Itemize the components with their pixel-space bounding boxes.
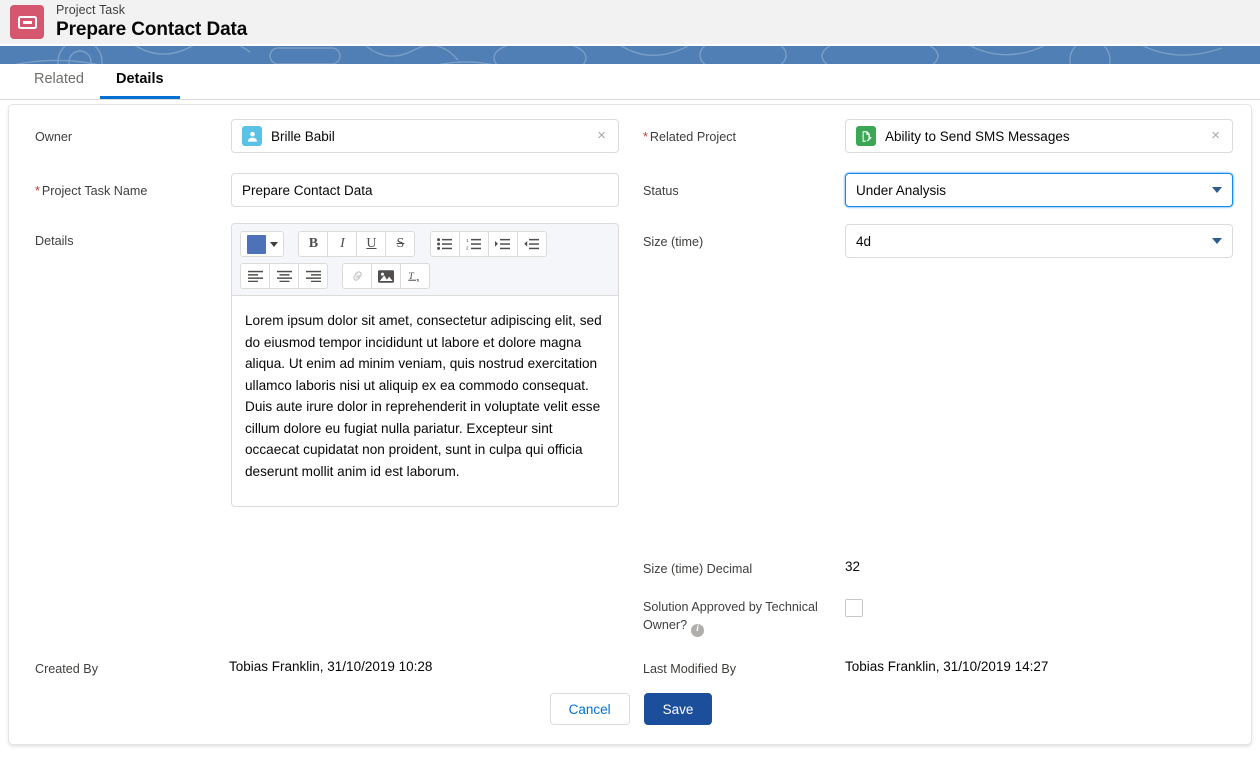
bulleted-list-button[interactable] <box>429 231 460 257</box>
chevron-down-icon <box>1212 187 1222 193</box>
clear-related-project-icon[interactable]: × <box>1209 126 1222 147</box>
field-solution-approved: Solution Approved by Technical Owner? i <box>643 591 1243 637</box>
field-project-task-name: * Project Task Name Prepare Contact Data <box>35 173 635 207</box>
field-created-by: Created By Tobias Franklin, 31/10/2019 1… <box>35 651 635 678</box>
field-label-owner: Owner <box>35 119 231 146</box>
created-by-label-text: Created By <box>35 662 98 676</box>
details-label-text: Details <box>35 234 74 248</box>
field-last-modified-by: Last Modified By Tobias Franklin, 31/10/… <box>643 651 1243 678</box>
italic-button[interactable]: I <box>327 231 358 257</box>
created-by-value: Tobias Franklin, 31/10/2019 10:28 <box>229 659 433 674</box>
details-card: Owner Brille Babil × * Project Task Name… <box>8 104 1252 745</box>
outdent-button[interactable] <box>516 231 547 257</box>
field-label-status: Status <box>643 173 845 200</box>
image-icon[interactable] <box>371 263 402 289</box>
size-time-select[interactable]: 4d <box>845 224 1233 258</box>
document-record-icon <box>856 126 876 146</box>
color-swatch <box>246 234 266 254</box>
status-value: Under Analysis <box>856 182 947 198</box>
cancel-button[interactable]: Cancel <box>549 693 630 725</box>
field-label-last-modified-by: Last Modified By <box>643 651 845 678</box>
record-header: Project Task Prepare Contact Data <box>0 0 1260 44</box>
form-actions: Cancel Save <box>9 693 1253 725</box>
related-project-value: Ability to Send SMS Messages <box>885 128 1070 144</box>
owner-lookup-input[interactable]: Brille Babil × <box>231 119 619 153</box>
align-left-button[interactable] <box>240 263 270 289</box>
bold-button[interactable]: B <box>298 231 329 257</box>
banner-strip <box>0 46 1260 64</box>
project-task-name-value: Prepare Contact Data <box>242 182 373 198</box>
related-project-label-text: Related Project <box>649 130 737 144</box>
remove-formatting-button[interactable]: Tx <box>400 263 431 289</box>
indent-button[interactable] <box>487 231 518 257</box>
field-label-size-time-decimal: Size (time) Decimal <box>643 553 845 578</box>
rte-toolbar: B I U S 12 T x <box>232 224 618 296</box>
numbered-list-button[interactable]: 12 <box>458 231 489 257</box>
field-label-size-time: Size (time) <box>643 224 845 251</box>
field-label-project-task-name: * Project Task Name <box>35 173 231 200</box>
rte-group-align <box>240 263 328 289</box>
last-modified-by-label-text: Last Modified By <box>643 662 737 676</box>
solution-approved-checkbox[interactable] <box>845 599 863 617</box>
right-column: * Related Project Ability to Send SMS Mes… <box>643 119 1243 676</box>
record-title-block: Project Task Prepare Contact Data <box>56 2 248 41</box>
rte-group-insert: Tx <box>342 263 431 289</box>
page-title: Prepare Contact Data <box>56 19 248 41</box>
project-task-name-input[interactable]: Prepare Contact Data <box>231 173 619 207</box>
size-time-label-text: Size (time) <box>643 235 704 249</box>
owner-value: Brille Babil <box>271 128 335 144</box>
clear-owner-icon[interactable]: × <box>595 126 608 147</box>
svg-text:2: 2 <box>466 246 469 250</box>
size-time-value: 4d <box>856 233 872 249</box>
field-size-time-decimal: Size (time) Decimal 32 <box>643 553 1243 578</box>
details-text-value: Lorem ipsum dolor sit amet, consectetur … <box>245 313 602 479</box>
strikethrough-button[interactable]: S <box>385 231 416 257</box>
related-project-lookup-input[interactable]: Ability to Send SMS Messages × <box>845 119 1233 153</box>
rte-group-lists: 12 <box>429 231 547 257</box>
status-label-text: Status <box>643 184 679 198</box>
chevron-down-icon <box>1212 238 1222 244</box>
tab-related[interactable]: Related <box>18 71 100 99</box>
underline-button[interactable]: U <box>356 231 387 257</box>
left-column: Owner Brille Babil × * Project Task Name… <box>35 119 635 676</box>
field-status: Status Under Analysis <box>643 173 1243 207</box>
record-detail-page: Project Task Prepare Contact Data Relate… <box>0 0 1260 783</box>
field-label-created-by: Created By <box>35 651 229 678</box>
field-label-solution-approved: Solution Approved by Technical Owner? i <box>643 591 845 637</box>
align-center-button[interactable] <box>269 263 299 289</box>
record-tabs: Related Details <box>0 64 1260 100</box>
field-label-related-project: * Related Project <box>643 119 845 146</box>
svg-text:x: x <box>417 277 420 283</box>
solution-approved-label-text: Solution Approved by Technical Owner? <box>643 600 818 633</box>
field-size-time: Size (time) 4d <box>643 224 1243 258</box>
user-avatar-icon <box>242 126 262 146</box>
size-time-decimal-value: 32 <box>845 559 861 574</box>
required-indicator: * <box>643 130 648 144</box>
text-color-picker-button[interactable] <box>240 231 284 257</box>
owner-label-text: Owner <box>35 130 73 144</box>
field-details: Details B I U S 1 2 T x Lorem ipsum dolo… <box>35 223 635 507</box>
details-text-area[interactable]: Lorem ipsum dolor sit amet, consectetur … <box>232 296 618 506</box>
tab-details[interactable]: Details <box>99 71 180 99</box>
object-type-label: Project Task <box>56 2 126 17</box>
link-icon <box>342 263 373 289</box>
status-select[interactable]: Under Analysis <box>845 173 1233 207</box>
info-icon[interactable]: i <box>691 623 705 637</box>
task-ticket-icon <box>10 5 44 39</box>
field-related-project: * Related Project Ability to Send SMS Mes… <box>643 119 1243 153</box>
field-owner: Owner Brille Babil × <box>35 119 635 153</box>
save-button[interactable]: Save <box>643 693 713 725</box>
required-indicator: * <box>35 184 40 198</box>
field-label-details: Details <box>35 223 231 250</box>
align-right-button[interactable] <box>298 263 328 289</box>
rte-group-color <box>240 231 284 257</box>
size-time-decimal-label-text: Size (time) Decimal <box>643 562 753 576</box>
rte-group-format: B I U S <box>298 231 416 257</box>
project-task-name-label-text: Project Task Name <box>41 184 148 198</box>
last-modified-by-value: Tobias Franklin, 31/10/2019 14:27 <box>845 659 1049 674</box>
details-rich-text-editor: B I U S 12 T x Lorem ipsum dolor sit ame… <box>231 223 619 507</box>
svg-text:1: 1 <box>466 238 469 243</box>
chevron-down-icon <box>269 241 278 247</box>
